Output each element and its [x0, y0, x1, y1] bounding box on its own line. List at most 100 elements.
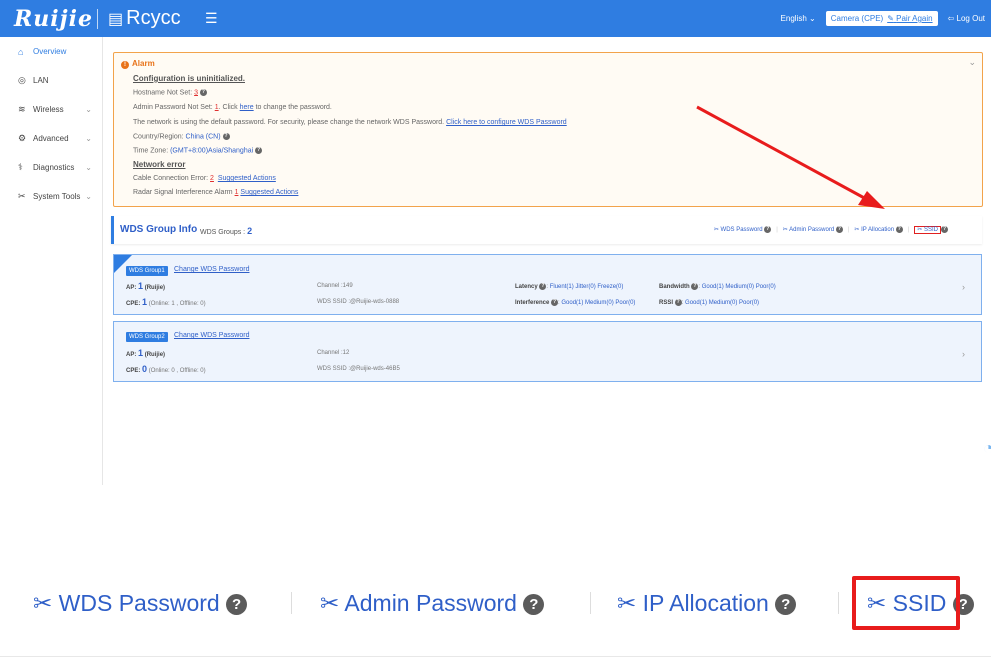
wds-password-line: The network is using the default passwor… [133, 119, 567, 126]
pair-again-button[interactable]: ✎ Pair Again [887, 14, 932, 23]
sidebar-item-diagnostics[interactable]: ⚕ Diagnostics ⌄ [0, 153, 102, 182]
sidebar-item-label: Overview [33, 47, 67, 56]
help-icon[interactable]: ? [835, 226, 843, 233]
help-icon[interactable]: ? [199, 89, 207, 96]
change-wds-password-link[interactable]: Change WDS Password [174, 332, 249, 339]
country-line: Country/Region: China (CN) ? [133, 133, 230, 140]
sidebar-item-system-tools[interactable]: ✂ System Tools ⌄ [0, 182, 102, 211]
help-icon[interactable]: ? [255, 147, 263, 154]
stethoscope-icon: ⚕ [18, 162, 23, 172]
network-error-heading: Network error [133, 160, 186, 169]
country-label: Country/Region: [133, 133, 184, 141]
cpe-count: 0 [142, 364, 148, 374]
cpe-detail: (Online: 0 , Offline: 0) [148, 368, 206, 374]
help-icon[interactable]: ? [539, 283, 547, 290]
brand-icon: ▤ [108, 11, 124, 28]
ap-label: AP: [126, 352, 137, 358]
alarm-title-text: Alarm [132, 59, 155, 68]
help-icon[interactable]: ? [226, 594, 248, 615]
admin-here-link[interactable]: here [240, 104, 254, 111]
cpe-detail: (Online: 1 , Offline: 0) [148, 301, 206, 307]
cable-count[interactable]: 2 [210, 175, 214, 182]
ruijie-logo: Ruijie [14, 6, 93, 32]
chevron-right-icon[interactable]: › [962, 349, 965, 359]
ssid-label: SSID [923, 227, 938, 234]
cpe-info: CPE: 1 (Online: 1 , Offline: 0) [126, 297, 206, 307]
help-icon[interactable]: ? [551, 299, 559, 306]
ssid-action[interactable]: ✂ SSID? [914, 226, 948, 235]
sidebar-item-label: Wireless [33, 105, 64, 114]
help-icon[interactable]: ? [523, 594, 545, 615]
top-bar: Ruijie ▤ Rcycc ☰ English ⌄ Camera (CPE) ✎… [0, 0, 991, 37]
tools-icon: ✂ [782, 227, 788, 234]
sidebar-item-label: LAN [33, 76, 49, 85]
cable-label: Cable Connection Error: [133, 175, 209, 182]
radar-alarm-line: Radar Signal Interference Alarm 1 Sugges… [133, 189, 298, 196]
bandwidth-info: Bandwidth ?: Good(1) Medium(0) Poor(0) [659, 283, 776, 291]
radar-count[interactable]: 1 [235, 189, 239, 196]
wds-group-2-card[interactable]: WDS Group2 Change WDS Password AP: 1 (Ru… [113, 321, 982, 382]
help-icon[interactable]: ? [764, 226, 772, 233]
interference-values: Good(1) Medium(0) Poor(0) [561, 300, 636, 307]
help-icon[interactable]: ? [674, 299, 682, 306]
admin-password-label: Admin Password [789, 227, 835, 234]
wds-groups-count: WDS Groups : 2 [200, 226, 252, 236]
bandwidth-label: Bandwidth [659, 284, 690, 291]
divider [838, 592, 839, 614]
logout-label: Log Out [956, 14, 985, 23]
ap-label: AP: [126, 285, 137, 291]
ap-count: 1 [138, 348, 144, 358]
chevron-down-icon: ⌄ [809, 14, 816, 23]
help-icon[interactable]: ? [941, 226, 948, 233]
mode-label: Camera (CPE) [830, 14, 884, 23]
cpe-count: 1 [142, 297, 148, 307]
help-icon[interactable]: ? [775, 594, 797, 615]
sidebar-item-wireless[interactable]: ≋ Wireless ⌄ [0, 95, 102, 124]
menu-toggle-icon[interactable]: ☰ [205, 10, 218, 27]
ap-count: 1 [138, 281, 144, 291]
hostname-count[interactable]: 3 [194, 89, 198, 96]
admin-password-line: Admin Password Not Set: 1. Click here to… [133, 104, 332, 111]
country-value[interactable]: China (CN) [186, 133, 221, 140]
radar-suggested-actions-link[interactable]: Suggested Actions [240, 189, 298, 196]
collapse-chevron-icon[interactable]: ⌄ [968, 57, 976, 68]
alarm-title: ! Alarm [121, 59, 155, 69]
admin-password-action[interactable]: ✂ Admin Password ? [783, 226, 843, 233]
sidebar-item-advanced[interactable]: ⚙ Advanced ⌄ [0, 124, 102, 153]
help-icon[interactable]: ? [222, 133, 230, 140]
wds-ssid-info: WDS SSID :@Ruijie-wds-46B5 [317, 366, 400, 372]
wds-group-1-card[interactable]: WDS Group1 Change WDS Password AP: 1 (Ru… [113, 254, 982, 315]
chevron-down-icon: ⌄ [85, 134, 92, 143]
configure-wds-link[interactable]: Click here to configure WDS Password [446, 119, 567, 126]
ap-info: AP: 1 (Ruijie) [126, 281, 165, 291]
ip-allocation-action[interactable]: ✂ IP Allocation ? [854, 226, 903, 234]
chevron-right-icon[interactable]: › [962, 282, 965, 292]
group-tag: WDS Group2 [126, 332, 168, 342]
sidebar-item-lan[interactable]: ◎ LAN [0, 66, 102, 95]
timezone-value[interactable]: (GMT+8:00)Asia/Shanghai [170, 147, 253, 154]
admin-label: Admin Password Not Set: [133, 104, 213, 111]
tools-icon: ✂ [33, 590, 53, 616]
wds-password-action[interactable]: ✂ WDS Password ? [714, 226, 772, 233]
cable-suggested-actions-link[interactable]: Suggested Actions [218, 175, 276, 182]
floating-helper-icon[interactable]: ◔ [983, 438, 991, 459]
change-wds-password-link[interactable]: Change WDS Password [174, 266, 249, 273]
zoom-admin-password[interactable]: ✂ Admin Password ? [320, 590, 545, 617]
channel-info: Channel :12 [317, 350, 350, 356]
logout-button[interactable]: ⇦ Log Out [948, 14, 985, 23]
tools-icon: ✂ [854, 227, 860, 234]
help-icon[interactable]: ? [895, 226, 903, 233]
tools-icon: ✂ [18, 191, 26, 201]
interference-info: Interference ?: Good(1) Medium(0) Poor(0… [515, 299, 636, 307]
pencil-icon: ✎ [887, 14, 894, 23]
interference-label: Interference [515, 300, 550, 307]
wds-group-info-title: WDS Group Info [120, 224, 198, 235]
language-select[interactable]: English ⌄ [781, 14, 816, 23]
zoom-wds-password[interactable]: ✂ WDS Password ? [33, 590, 248, 617]
wifi-icon: ≋ [18, 104, 26, 114]
sidebar-item-overview[interactable]: ⌂ Overview [0, 37, 102, 66]
timezone-line: Time Zone: (GMT+8:00)Asia/Shanghai ? [133, 147, 263, 154]
zoom-ip-allocation[interactable]: ✂ IP Allocation ? [617, 590, 797, 617]
help-icon[interactable]: ? [691, 283, 699, 290]
cable-error-line: Cable Connection Error: 2 Suggested Acti… [133, 175, 276, 182]
